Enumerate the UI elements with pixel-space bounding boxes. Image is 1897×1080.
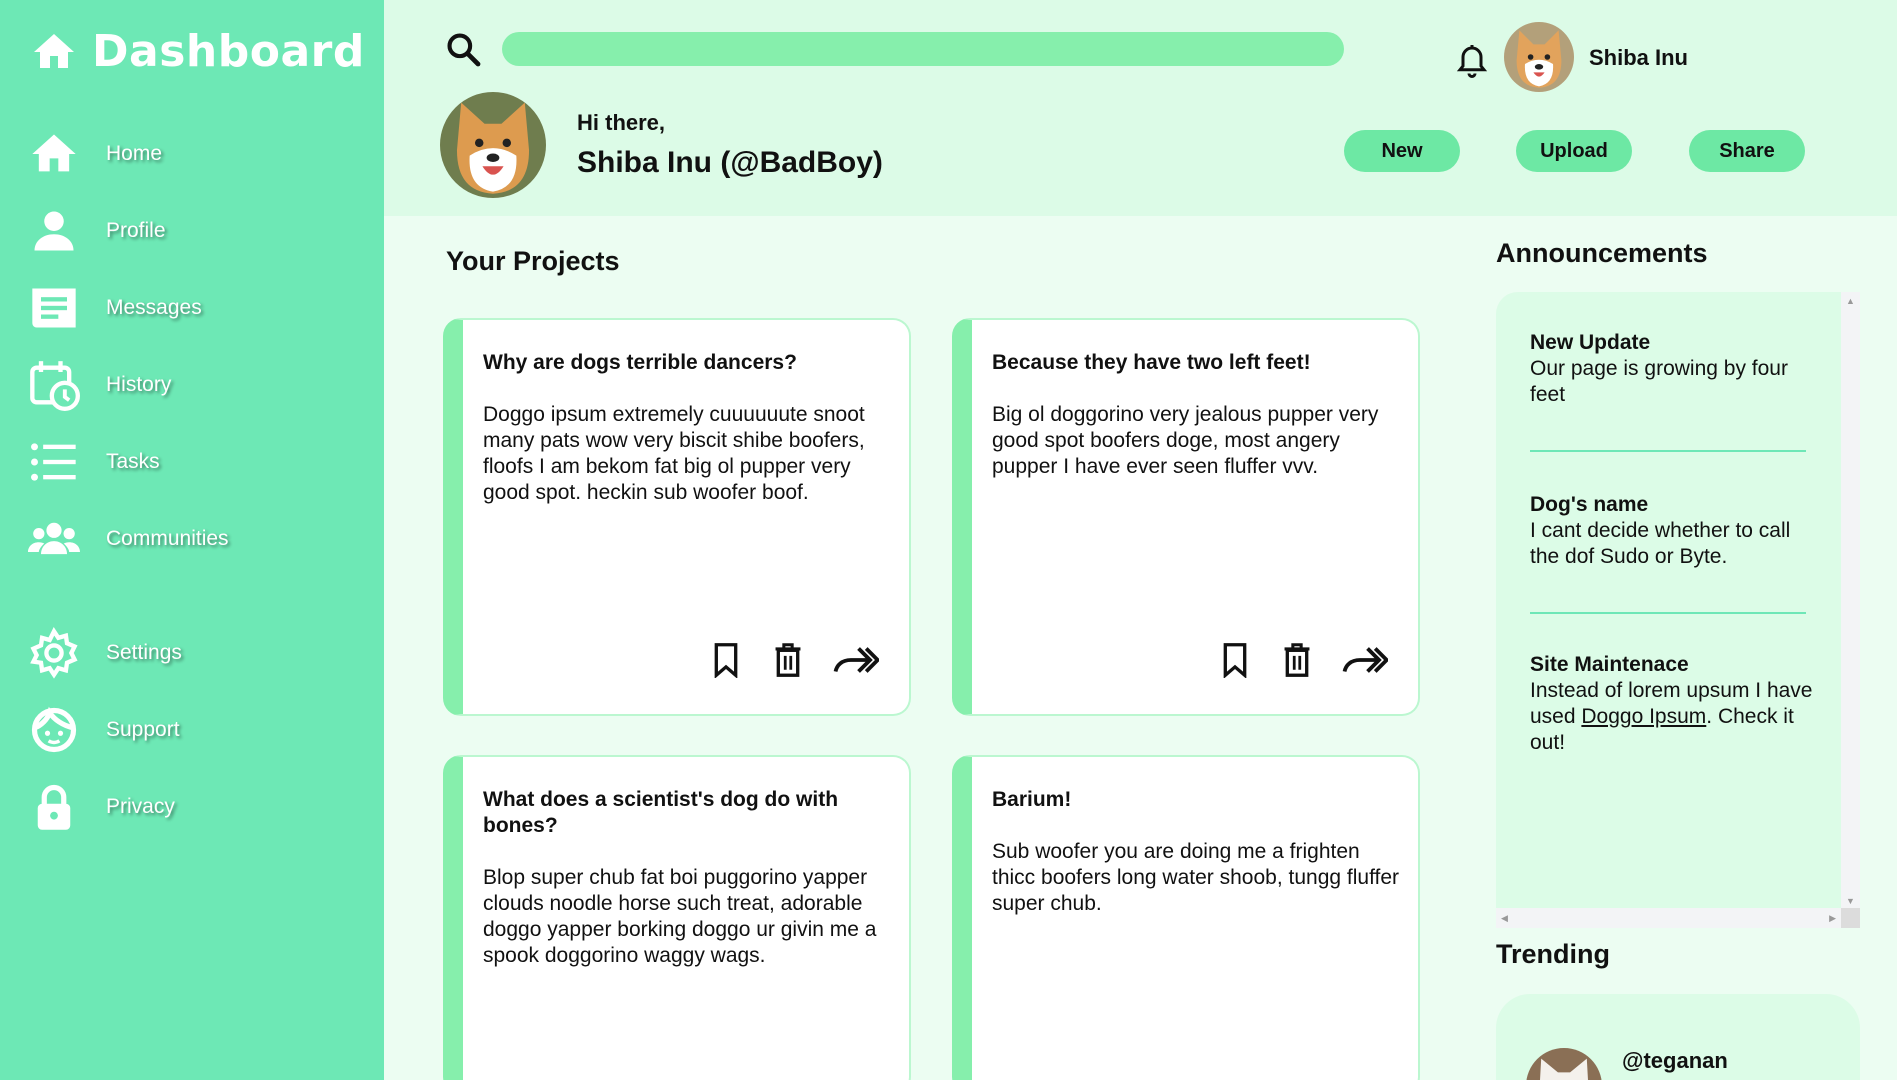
project-card: Because they have two left feet! Big ol … <box>952 318 1420 716</box>
sidebar-item-home[interactable]: Home <box>28 128 162 180</box>
card-actions <box>1218 642 1388 678</box>
card-actions <box>709 642 879 678</box>
announcement-body: Our page is growing by four feet <box>1530 357 1788 406</box>
sidebar-item-support[interactable]: Support <box>28 704 180 756</box>
shiba-avatar-image <box>440 92 546 198</box>
sidebar: Dashboard Home Profile Messages History … <box>0 0 384 1080</box>
avatar[interactable] <box>1504 22 1574 92</box>
sidebar-item-label: Profile <box>106 219 166 242</box>
divider <box>1530 450 1806 452</box>
history-icon <box>30 361 80 411</box>
lock-icon <box>37 784 71 830</box>
trending-username[interactable]: @teganan <box>1622 1048 1728 1074</box>
doggo-ipsum-link[interactable]: Doggo Ipsum <box>1581 705 1706 728</box>
communities-icon <box>28 522 80 555</box>
project-card: Why are dogs terrible dancers? Doggo ips… <box>443 318 911 716</box>
sidebar-item-messages[interactable]: Messages <box>28 282 202 334</box>
header-user-name[interactable]: Shiba Inu <box>1589 45 1688 71</box>
divider <box>1530 612 1806 614</box>
sidebar-item-label: History <box>106 373 172 396</box>
sidebar-item-label: Tasks <box>106 450 160 473</box>
tasks-icon <box>31 443 76 481</box>
sidebar-item-label: Support <box>106 718 180 741</box>
sidebar-item-settings[interactable]: Settings <box>28 627 182 679</box>
announcement-body: Instead of lorem upsum I have used Doggo… <box>1530 678 1820 756</box>
sidebar-item-profile[interactable]: Profile <box>28 205 166 257</box>
sidebar-item-label: Messages <box>106 296 202 319</box>
scroll-up-icon[interactable]: ▲ <box>1846 296 1855 306</box>
brand[interactable]: Dashboard <box>30 26 365 77</box>
card-title: What does a scientist's dog do with bone… <box>483 788 839 837</box>
announcement-item: Dog's name I cant decide whether to call… <box>1530 492 1820 570</box>
trending-title: Trending <box>1496 939 1610 969</box>
sidebar-item-label: Communities <box>106 527 229 550</box>
bookmark-icon[interactable] <box>1218 642 1252 678</box>
home-icon <box>34 33 74 68</box>
share-button[interactable]: Share <box>1689 130 1805 172</box>
project-card: What does a scientist's dog do with bone… <box>443 755 911 1080</box>
vertical-scrollbar[interactable]: ▲ ▼ <box>1841 292 1860 908</box>
card-body: Blop super chub fat boi puggorino yapper… <box>483 866 877 967</box>
card-title: Because they have two left feet! <box>992 351 1311 374</box>
sidebar-item-privacy[interactable]: Privacy <box>28 781 175 833</box>
scroll-left-icon[interactable]: ◀ <box>1501 913 1508 924</box>
share-icon[interactable] <box>1342 642 1388 678</box>
dog-avatar-image <box>1526 1048 1602 1080</box>
card-body: Doggo ipsum extremely cuuuuuute snoot ma… <box>483 403 865 504</box>
announcements-title: Announcements <box>1496 238 1708 268</box>
bookmark-icon[interactable] <box>709 642 743 678</box>
card-body: Big ol doggorino very jealous pupper ver… <box>992 403 1379 478</box>
trending-card[interactable]: @teganan <box>1496 994 1860 1080</box>
announcement-title: Dog's name <box>1530 493 1649 516</box>
sidebar-item-label: Settings <box>106 641 182 664</box>
user-icon <box>34 211 74 251</box>
sidebar-item-label: Home <box>106 142 163 165</box>
scroll-down-icon[interactable]: ▼ <box>1846 896 1855 906</box>
project-card: Barium! Sub woofer you are doing me a fr… <box>952 755 1420 1080</box>
card-title: Why are dogs terrible dancers? <box>483 351 797 374</box>
share-icon[interactable] <box>833 642 879 678</box>
profile-avatar <box>440 92 546 198</box>
trash-icon[interactable] <box>771 642 805 678</box>
upload-button[interactable]: Upload <box>1516 130 1632 172</box>
avatar <box>1526 1048 1602 1080</box>
projects-title: Your Projects <box>446 246 620 276</box>
sidebar-item-communities[interactable]: Communities <box>28 513 229 565</box>
announcement-title: Site Maintenace <box>1530 653 1689 676</box>
brand-title: Dashboard <box>92 26 365 77</box>
shiba-avatar-image <box>1504 22 1574 92</box>
gear-icon <box>30 627 78 679</box>
scrollbar-corner <box>1841 908 1860 928</box>
messages-icon <box>32 288 76 328</box>
sidebar-item-history[interactable]: History <box>28 359 171 411</box>
announcement-body: I cant decide whether to call the dof Su… <box>1530 519 1791 568</box>
home-icon <box>32 134 76 172</box>
profile-name: Shiba Inu (@BadBoy) <box>577 146 883 179</box>
new-button[interactable]: New <box>1344 130 1460 172</box>
announcements-panel[interactable]: New Update Our page is growing by four f… <box>1496 292 1860 928</box>
search-input[interactable] <box>502 32 1344 66</box>
card-title: Barium! <box>992 788 1072 811</box>
support-icon <box>31 706 77 753</box>
card-body: Sub woofer you are doing me a frighten t… <box>992 840 1400 915</box>
announcement-title: New Update <box>1530 331 1651 354</box>
sidebar-item-tasks[interactable]: Tasks <box>28 436 160 488</box>
horizontal-scrollbar[interactable]: ◀ ▶ <box>1496 908 1841 928</box>
sidebar-item-label: Privacy <box>106 795 175 818</box>
trash-icon[interactable] <box>1280 642 1314 678</box>
bell-icon[interactable] <box>1454 40 1490 80</box>
announcement-item: New Update Our page is growing by four f… <box>1530 330 1820 408</box>
greeting-text: Hi there, <box>577 110 666 135</box>
scroll-right-icon[interactable]: ▶ <box>1829 913 1836 924</box>
search-icon[interactable] <box>444 30 482 68</box>
announcement-item: Site Maintenace Instead of lorem upsum I… <box>1530 652 1820 756</box>
